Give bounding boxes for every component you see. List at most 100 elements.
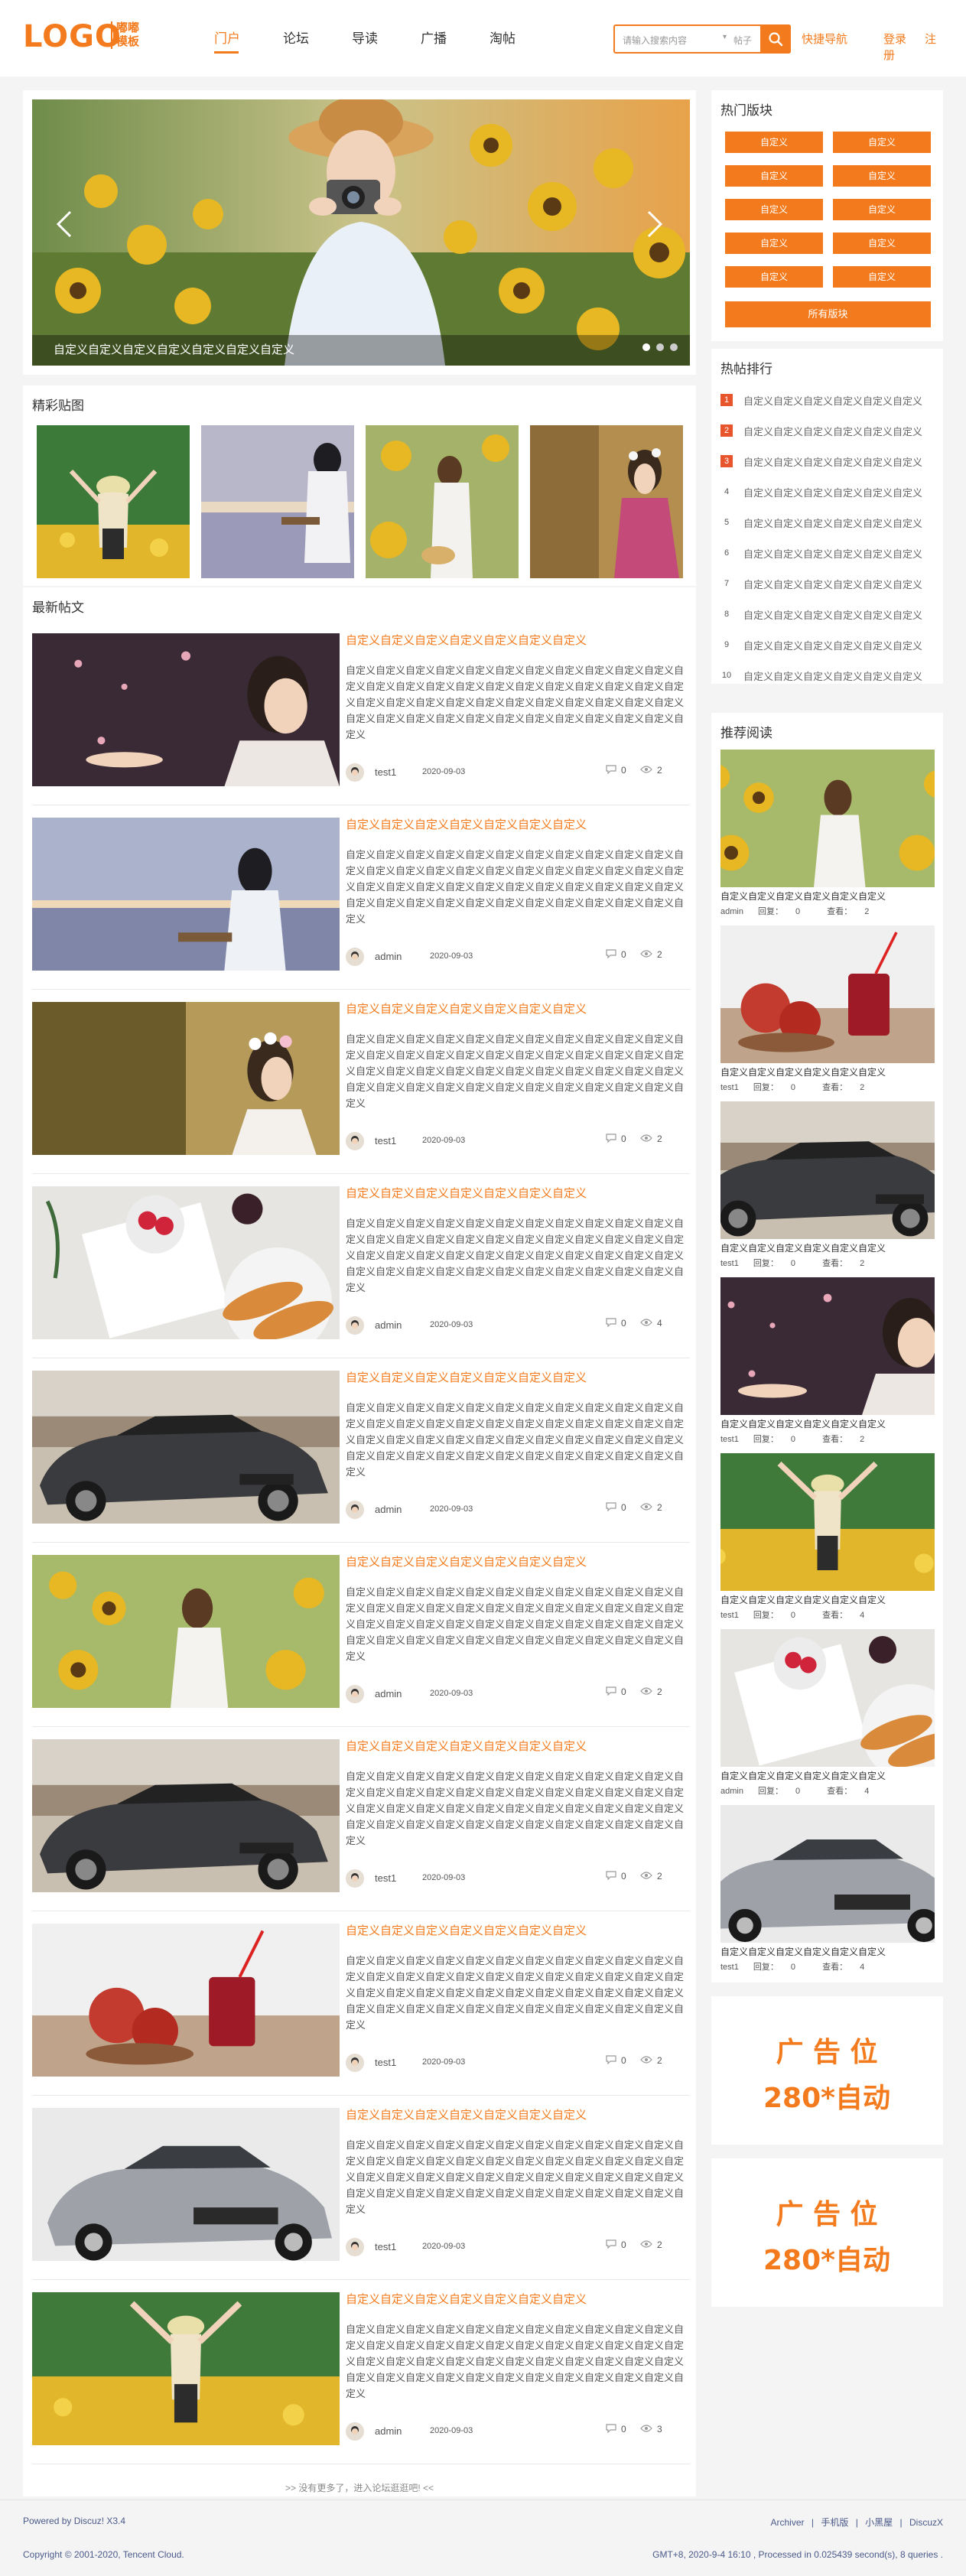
rank-title[interactable]: 自定义自定义自定义自定义自定义自定义 [743, 607, 922, 622]
post-item[interactable]: 自定义自定义自定义自定义自定义自定义自定义 自定义自定义自定义自定义自定义自定义… [32, 633, 690, 817]
recommended-author[interactable]: admin [720, 1787, 743, 1796]
recommended-author[interactable]: test1 [720, 1083, 739, 1092]
post-item[interactable]: 自定义自定义自定义自定义自定义自定义自定义 自定义自定义自定义自定义自定义自定义… [32, 1186, 690, 1370]
post-author[interactable]: test1 [375, 2241, 396, 2252]
post-thumbnail[interactable] [32, 1371, 340, 1524]
post-title[interactable]: 自定义自定义自定义自定义自定义自定义自定义 [346, 2292, 690, 2308]
slider-dot[interactable] [642, 343, 650, 351]
post-title[interactable]: 自定义自定义自定义自定义自定义自定义自定义 [346, 1371, 690, 1386]
post-title[interactable]: 自定义自定义自定义自定义自定义自定义自定义 [346, 633, 690, 649]
powered-by[interactable]: Powered by Discuz! X3.4 [23, 2516, 125, 2526]
rank-title[interactable]: 自定义自定义自定义自定义自定义自定义 [743, 577, 922, 591]
post-thumbnail[interactable] [32, 1924, 340, 2077]
recommended-title[interactable]: 自定义自定义自定义自定义自定义自定义 [720, 890, 886, 903]
forum-button[interactable]: 自定义 [725, 199, 823, 220]
recommended-item[interactable]: 自定义自定义自定义自定义自定义自定义 test1 回复： 0 查看： 2 [720, 1101, 935, 1277]
avatar[interactable] [346, 1685, 364, 1703]
avatar[interactable] [346, 2054, 364, 2072]
post-thumbnail[interactable] [32, 1555, 340, 1708]
recommended-author[interactable]: admin [720, 907, 743, 916]
recommended-title[interactable]: 自定义自定义自定义自定义自定义自定义 [720, 1945, 886, 1958]
rank-item[interactable]: 5 自定义自定义自定义自定义自定义自定义 [720, 516, 935, 531]
post-thumbnail[interactable] [32, 633, 340, 786]
post-title[interactable]: 自定义自定义自定义自定义自定义自定义自定义 [346, 1555, 690, 1570]
post-thumbnail[interactable] [32, 2108, 340, 2261]
recommended-item[interactable]: 自定义自定义自定义自定义自定义自定义 test1 回复： 0 查看： 2 [720, 1277, 935, 1453]
slider-dot[interactable] [656, 343, 664, 351]
post-title[interactable]: 自定义自定义自定义自定义自定义自定义自定义 [346, 1739, 690, 1755]
slider-next-arrow-icon[interactable] [642, 209, 665, 239]
ad-slot[interactable]: 广 告 位 280*自动 [711, 2158, 943, 2307]
post-item[interactable]: 自定义自定义自定义自定义自定义自定义自定义 自定义自定义自定义自定义自定义自定义… [32, 1924, 690, 2107]
recommended-thumbnail[interactable] [720, 1277, 935, 1415]
recommended-author[interactable]: test1 [720, 1259, 739, 1268]
forum-button[interactable]: 自定义 [725, 132, 823, 153]
post-item[interactable]: 自定义自定义自定义自定义自定义自定义自定义 自定义自定义自定义自定义自定义自定义… [32, 2292, 690, 2476]
post-author[interactable]: test1 [375, 2057, 396, 2068]
forum-button[interactable]: 自定义 [725, 266, 823, 288]
post-thumbnail[interactable] [32, 1002, 340, 1155]
footer-link-discuzx[interactable]: DiscuzX [909, 2517, 943, 2528]
post-author[interactable]: admin [375, 2425, 402, 2437]
recommended-thumbnail[interactable] [720, 1453, 935, 1591]
post-author[interactable]: test1 [375, 1135, 396, 1147]
footer-link-mobile[interactable]: 手机版 [821, 2517, 848, 2528]
recommended-item[interactable]: 自定义自定义自定义自定义自定义自定义 admin 回复： 0 查看： 2 [720, 750, 935, 925]
post-author[interactable]: admin [375, 1688, 402, 1699]
recommended-thumbnail[interactable] [720, 1805, 935, 1943]
rank-title[interactable]: 自定义自定义自定义自定义自定义自定义 [743, 485, 922, 499]
rank-item[interactable]: 10 自定义自定义自定义自定义自定义自定义 [720, 668, 935, 684]
quick-nav-link[interactable]: 快捷导航 [802, 31, 847, 47]
recommended-item[interactable]: 自定义自定义自定义自定义自定义自定义 test1 回复： 0 查看： 2 [720, 925, 935, 1101]
post-title[interactable]: 自定义自定义自定义自定义自定义自定义自定义 [346, 818, 690, 833]
post-thumbnail[interactable] [32, 1739, 340, 1892]
forum-button[interactable]: 自定义 [833, 233, 931, 254]
post-item[interactable]: 自定义自定义自定义自定义自定义自定义自定义 自定义自定义自定义自定义自定义自定义… [32, 1371, 690, 1554]
post-item[interactable]: 自定义自定义自定义自定义自定义自定义自定义 自定义自定义自定义自定义自定义自定义… [32, 2108, 690, 2291]
recommended-title[interactable]: 自定义自定义自定义自定义自定义自定义 [720, 1241, 886, 1254]
no-more-link[interactable]: >> 没有更多了，进入论坛逛逛吧! << [23, 2481, 696, 2494]
rank-item[interactable]: 2 自定义自定义自定义自定义自定义自定义 [720, 424, 935, 439]
slide-caption[interactable]: 自定义自定义自定义自定义自定义自定义自定义 [32, 335, 690, 366]
featured-image[interactable] [37, 425, 190, 578]
forum-button[interactable]: 自定义 [833, 165, 931, 187]
rank-item[interactable]: 3 自定义自定义自定义自定义自定义自定义 [720, 454, 935, 470]
forum-button[interactable]: 自定义 [725, 233, 823, 254]
forum-button[interactable]: 自定义 [833, 132, 931, 153]
footer-link-blacklist[interactable]: 小黑屋 [865, 2517, 893, 2528]
rank-item[interactable]: 9 自定义自定义自定义自定义自定义自定义 [720, 638, 935, 653]
post-author[interactable]: test1 [375, 766, 396, 778]
avatar[interactable] [346, 2238, 364, 2256]
rank-title[interactable]: 自定义自定义自定义自定义自定义自定义 [743, 424, 922, 438]
post-item[interactable]: 自定义自定义自定义自定义自定义自定义自定义 自定义自定义自定义自定义自定义自定义… [32, 1002, 690, 1186]
featured-image[interactable] [530, 425, 683, 578]
recommended-title[interactable]: 自定义自定义自定义自定义自定义自定义 [720, 1593, 886, 1606]
avatar[interactable] [346, 763, 364, 782]
avatar[interactable] [346, 1132, 364, 1150]
rank-item[interactable]: 1 自定义自定义自定义自定义自定义自定义 [720, 393, 935, 408]
login-link[interactable]: 登录 [883, 33, 906, 46]
footer-link-archiver[interactable]: Archiver [771, 2517, 805, 2528]
search-input[interactable]: 请输入搜索内容 [623, 34, 687, 47]
all-forums-button[interactable]: 所有版块 [725, 301, 931, 327]
slider-prev-arrow-icon[interactable] [54, 209, 76, 239]
post-item[interactable]: 自定义自定义自定义自定义自定义自定义自定义 自定义自定义自定义自定义自定义自定义… [32, 1739, 690, 1923]
rank-item[interactable]: 8 自定义自定义自定义自定义自定义自定义 [720, 607, 935, 623]
rank-title[interactable]: 自定义自定义自定义自定义自定义自定义 [743, 393, 922, 408]
avatar[interactable] [346, 1869, 364, 1888]
post-author[interactable]: admin [375, 1504, 402, 1515]
avatar[interactable] [346, 1501, 364, 1519]
recommended-thumbnail[interactable] [720, 1629, 935, 1767]
recommended-title[interactable]: 自定义自定义自定义自定义自定义自定义 [720, 1769, 886, 1782]
recommended-item[interactable]: 自定义自定义自定义自定义自定义自定义 test1 回复： 0 查看： 4 [720, 1805, 935, 1981]
avatar[interactable] [346, 1316, 364, 1335]
slide-image[interactable]: 自定义自定义自定义自定义自定义自定义自定义 [32, 99, 690, 366]
post-thumbnail[interactable] [32, 2292, 340, 2445]
post-author[interactable]: test1 [375, 1872, 396, 1884]
search-button[interactable] [760, 24, 791, 54]
nav-item-portal[interactable]: 门户 [214, 28, 240, 47]
recommended-thumbnail[interactable] [720, 1101, 935, 1239]
avatar[interactable] [346, 948, 364, 966]
avatar[interactable] [346, 2422, 364, 2441]
recommended-title[interactable]: 自定义自定义自定义自定义自定义自定义 [720, 1065, 886, 1078]
